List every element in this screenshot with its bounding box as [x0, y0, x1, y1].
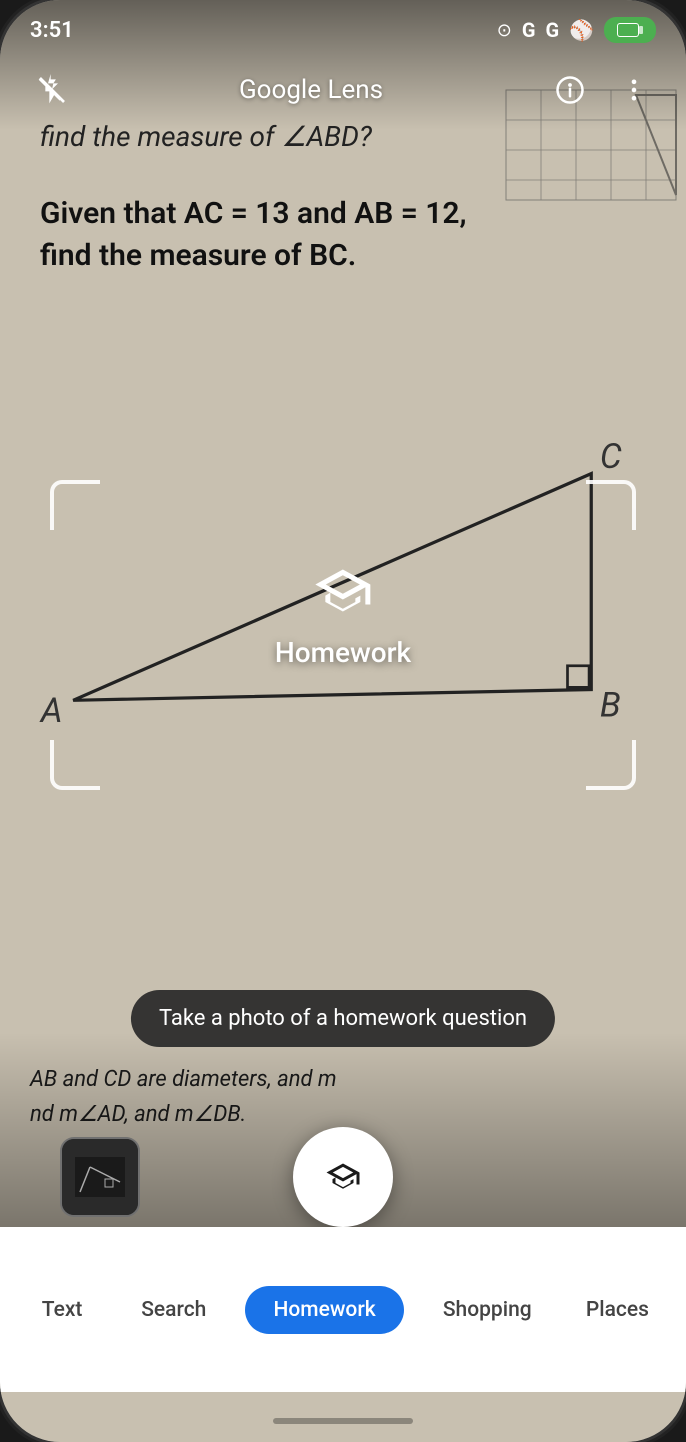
tennis-icon: ⚾ — [569, 18, 594, 42]
battery-icon — [604, 17, 656, 43]
graduation-cap-icon-large — [311, 560, 375, 624]
tab-homework[interactable]: Homework — [245, 1286, 403, 1334]
google-g2-icon: G — [545, 18, 559, 42]
tab-text-label: Text — [42, 1298, 83, 1322]
tab-places[interactable]: Places — [571, 1288, 664, 1332]
more-options-button[interactable] — [612, 68, 656, 112]
status-icons: ⊙ G G ⚾ — [497, 17, 656, 43]
mode-indicator: Homework — [275, 560, 411, 669]
svg-text:A: A — [39, 691, 63, 731]
home-indicator — [273, 1418, 413, 1424]
svg-text:B: B — [600, 686, 621, 726]
app-title: Google Lens — [239, 75, 383, 105]
svg-text:C: C — [600, 437, 622, 477]
status-time: 3:51 — [30, 18, 74, 43]
record-icon: ⊙ — [497, 20, 512, 41]
camera-controls — [0, 1127, 686, 1227]
tab-text[interactable]: Text — [22, 1288, 102, 1332]
tooltip: Take a photo of a homework question — [131, 990, 555, 1047]
top-bar-icons — [548, 68, 656, 112]
tab-shopping-label: Shopping — [443, 1298, 532, 1322]
tab-search[interactable]: Search — [126, 1288, 221, 1332]
mode-label: Homework — [275, 636, 411, 669]
tab-shopping[interactable]: Shopping — [428, 1288, 547, 1332]
phone-frame: find the measure of ∠ABD? Given that AC … — [0, 0, 686, 1442]
google-g1-icon: G — [522, 18, 536, 42]
tab-homework-label: Homework — [273, 1298, 375, 1322]
tab-places-label: Places — [586, 1298, 649, 1322]
tab-search-label: Search — [141, 1298, 206, 1322]
screen: find the measure of ∠ABD? Given that AC … — [0, 0, 686, 1442]
worksheet-line-2: Given that AC = 13 and AB = 12, find the… — [40, 193, 646, 277]
flash-off-button[interactable] — [30, 68, 74, 112]
photo-thumbnail[interactable] — [60, 1137, 140, 1217]
top-bar: Google Lens — [0, 55, 686, 125]
tooltip-text: Take a photo of a homework question — [159, 1006, 527, 1031]
shutter-icon — [325, 1159, 361, 1195]
info-button[interactable] — [548, 68, 592, 112]
worksheet-content: find the measure of ∠ABD? Given that AC … — [0, 100, 686, 317]
bottom-tab-bar: Text Search Homework Shopping Places — [0, 1227, 686, 1392]
thumbnail-inner — [62, 1139, 138, 1215]
status-bar: 3:51 ⊙ G G ⚾ — [0, 0, 686, 60]
shutter-button[interactable] — [293, 1127, 393, 1227]
